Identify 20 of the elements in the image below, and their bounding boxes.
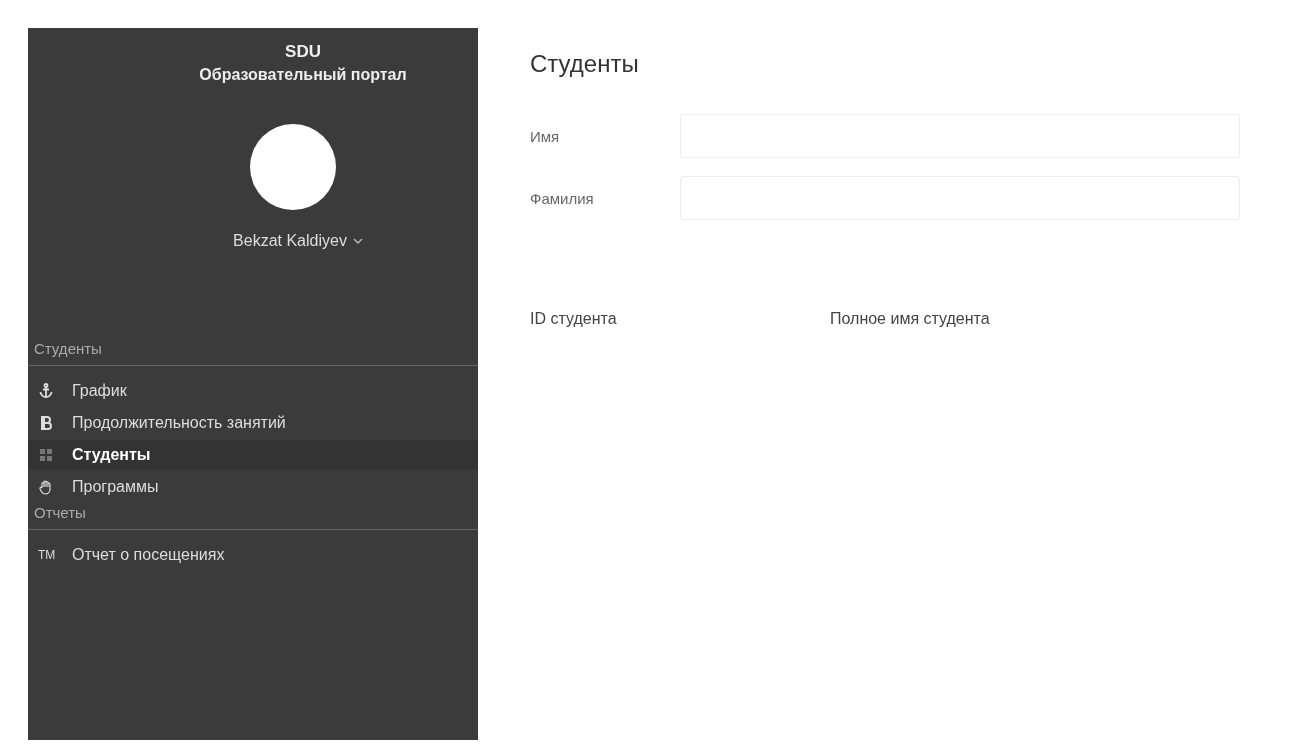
trademark-icon: TM <box>38 548 54 562</box>
caret-icon <box>352 238 363 244</box>
currency-icon <box>38 415 54 431</box>
section-heading: Отчеты <box>33 504 86 523</box>
user-menu[interactable]: Bekzat Kaldiyev <box>233 232 363 250</box>
sidebar-item[interactable]: График <box>28 376 478 406</box>
portal-subtitle: Образовательный портал <box>199 66 407 84</box>
brand-name: SDU <box>285 42 321 62</box>
sidebar-item[interactable]: Продолжительность занятий <box>28 408 478 438</box>
field-label: Фамилия <box>530 189 595 207</box>
column-header: ID студента <box>530 310 618 328</box>
sidebar-item[interactable]: Студенты <box>28 440 478 470</box>
field-label: Имя <box>530 127 561 145</box>
sidebar-item[interactable]: Программы <box>28 472 478 502</box>
grid-icon <box>38 447 54 463</box>
section-heading: Студенты <box>33 340 102 359</box>
sidebar-item[interactable]: TM Отчет о посещениях <box>28 540 478 570</box>
anchor-icon <box>38 383 54 399</box>
column-header: Полное имя студента <box>830 310 991 328</box>
page-title: Студенты <box>530 50 640 78</box>
